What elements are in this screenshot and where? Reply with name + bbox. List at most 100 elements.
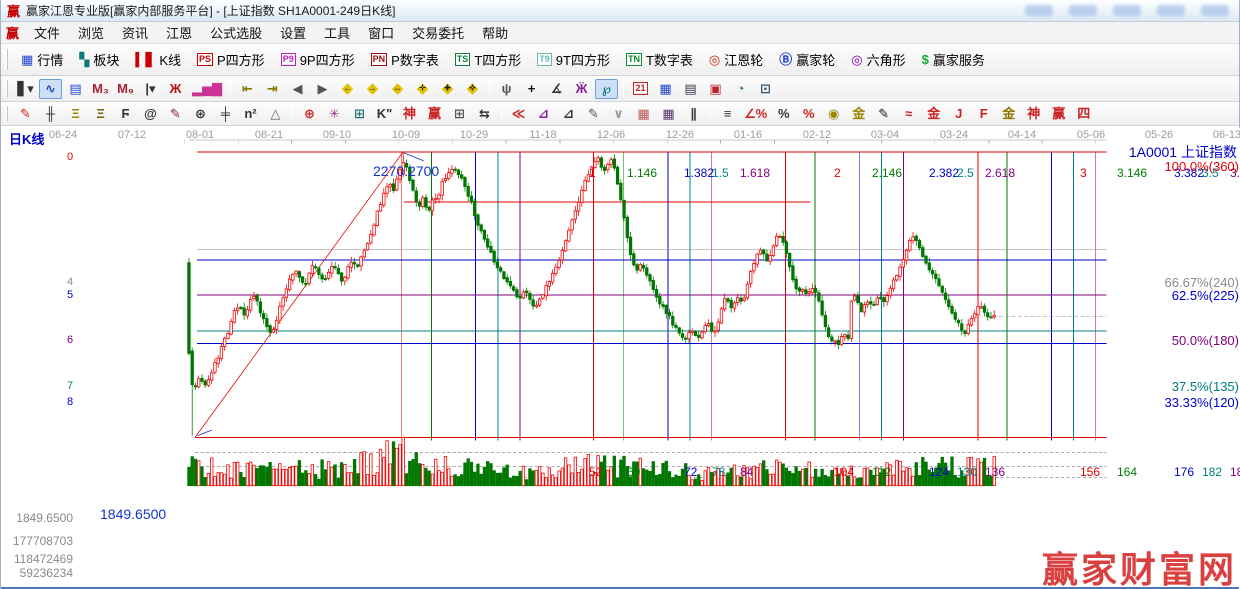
- window-button-2[interactable]: [1069, 5, 1097, 16]
- fan-lines-red[interactable]: ≪: [507, 104, 530, 124]
- zoom-horizontal[interactable]: ◆↔: [386, 79, 409, 99]
- span-arrows[interactable]: ⇆: [473, 104, 496, 124]
- save-tool[interactable]: ▣: [704, 79, 727, 99]
- crosshair-cursor[interactable]: +: [520, 79, 543, 99]
- ying-tool[interactable]: 赢: [423, 104, 446, 124]
- pattern-search[interactable]: Ж: [164, 79, 187, 99]
- jump-last[interactable]: ⇥: [261, 79, 284, 99]
- snapshot-tool[interactable]: ◔: [729, 79, 752, 99]
- gold-lines[interactable]: 金: [847, 104, 870, 124]
- pen-black[interactable]: ✎: [872, 104, 895, 124]
- n-square-tool[interactable]: n²: [239, 104, 262, 124]
- draw-pen[interactable]: ✎: [14, 104, 37, 124]
- sectors-button[interactable]: ▚板块: [73, 47, 125, 72]
- shen-tool[interactable]: 神: [398, 104, 421, 124]
- pen-measure[interactable]: ✎: [164, 104, 187, 124]
- menu-item-文件[interactable]: 文件: [25, 24, 69, 43]
- gold-pen[interactable]: 金: [997, 104, 1020, 124]
- info-panel[interactable]: ▤: [64, 79, 87, 99]
- t-number-table-button[interactable]: TNT数字表: [620, 47, 699, 72]
- fan-box-dark[interactable]: ⊿: [557, 104, 580, 124]
- gann-grid-lines[interactable]: ╫: [39, 104, 62, 124]
- zoom-in[interactable]: ◆✚: [436, 79, 459, 99]
- spiral-tool[interactable]: @: [139, 104, 162, 124]
- f-line[interactable]: F: [972, 104, 995, 124]
- toolbar-grip[interactable]: [5, 106, 8, 121]
- j-line[interactable]: J: [947, 104, 970, 124]
- p-square-button[interactable]: PSP四方形: [191, 47, 271, 72]
- star-grid[interactable]: ✳: [323, 104, 346, 124]
- jump-first[interactable]: ⇤: [236, 79, 259, 99]
- zigzag-tool[interactable]: ∿: [39, 79, 62, 99]
- zoom-reset[interactable]: ◆✛: [411, 79, 434, 99]
- volume-profile[interactable]: ▂▅▇: [189, 79, 225, 99]
- menu-item-窗口[interactable]: 窗口: [359, 24, 403, 43]
- zoom-out[interactable]: ◆✜: [461, 79, 484, 99]
- notes-tool[interactable]: ▤: [679, 79, 702, 99]
- winner-wheel-button[interactable]: Ⓑ赢家轮: [773, 47, 841, 72]
- chart-9-lines[interactable]: M₉: [114, 79, 137, 99]
- v-waves[interactable]: ∨: [607, 104, 630, 124]
- grid-123[interactable]: ⊞: [448, 104, 471, 124]
- price-ladder[interactable]: ≡: [716, 104, 739, 124]
- kline-button[interactable]: ▍▋K线: [129, 47, 187, 72]
- menu-item-江恩[interactable]: 江恩: [157, 24, 201, 43]
- boxed-star[interactable]: ⊞: [348, 104, 371, 124]
- zoom-right[interactable]: ◆→: [361, 79, 384, 99]
- candle-style-selector[interactable]: |▾: [139, 79, 162, 99]
- menu-item-交易委托[interactable]: 交易委托: [403, 24, 473, 43]
- percent-angle[interactable]: ∠%: [741, 104, 770, 124]
- drag-hand[interactable]: ψ: [495, 79, 518, 99]
- calculator-tool[interactable]: ▦: [654, 79, 677, 99]
- gann-fan-circle[interactable]: ⊛: [189, 104, 212, 124]
- winner-service-button[interactable]: $赢家服务: [916, 47, 991, 72]
- chart-area[interactable]: 日K线 1A0001 上证指数 2270.2700 1849.6500 1849…: [1, 128, 1240, 589]
- ying-line[interactable]: 赢: [1047, 104, 1070, 124]
- menu-item-浏览[interactable]: 浏览: [69, 24, 113, 43]
- angle-tool[interactable]: ∡: [545, 79, 568, 99]
- fan-box-purple[interactable]: ⊿: [532, 104, 555, 124]
- 9p-square-button[interactable]: P99P四方形: [275, 47, 361, 72]
- fibonacci-f[interactable]: Ϝ: [114, 104, 137, 124]
- window-button-1[interactable]: [1025, 5, 1053, 16]
- menu-item-工具[interactable]: 工具: [315, 24, 359, 43]
- target-cross[interactable]: ⊕: [298, 104, 321, 124]
- quotes-button[interactable]: ▦行情: [15, 47, 69, 72]
- gann-tool-purple[interactable]: Ӝ: [570, 79, 593, 99]
- step-forward[interactable]: ▶: [311, 79, 334, 99]
- zoom-left[interactable]: ◆←: [336, 79, 359, 99]
- gold-circle[interactable]: ◉: [822, 104, 845, 124]
- tick-ruler[interactable]: ╪: [214, 104, 237, 124]
- step-back[interactable]: ◀: [286, 79, 309, 99]
- workstation-tool[interactable]: ⊡: [754, 79, 777, 99]
- percent-plain[interactable]: %: [772, 104, 795, 124]
- menu-item-设置[interactable]: 设置: [271, 24, 315, 43]
- menu-item-帮助[interactable]: 帮助: [473, 24, 517, 43]
- window-button-5[interactable]: [1201, 5, 1229, 16]
- mirror-triangle[interactable]: △: [264, 104, 287, 124]
- calendar-tool[interactable]: 21: [629, 79, 652, 99]
- shen-line[interactable]: 神: [1022, 104, 1045, 124]
- grid-box-dark[interactable]: ▦: [657, 104, 680, 124]
- angle-pen[interactable]: ✎: [582, 104, 605, 124]
- menu-item-资讯[interactable]: 资讯: [113, 24, 157, 43]
- gann-wheel-button[interactable]: ◎江恩轮: [703, 47, 769, 72]
- t-square-button[interactable]: TST四方形: [449, 47, 527, 72]
- wave-channel[interactable]: ≈: [897, 104, 920, 124]
- hexagon-button[interactable]: ◎六角形: [845, 47, 911, 72]
- p-number-table-button[interactable]: PNP数字表: [365, 47, 445, 72]
- 9t-square-button[interactable]: T99T四方形: [531, 47, 616, 72]
- gold-red[interactable]: 金: [922, 104, 945, 124]
- gann-gold-b[interactable]: Ξ: [89, 104, 112, 124]
- parallel-lines[interactable]: ∥: [682, 104, 705, 124]
- menu-item-公式选股[interactable]: 公式选股: [201, 24, 271, 43]
- si-line[interactable]: 四: [1072, 104, 1095, 124]
- percent-line[interactable]: %: [797, 104, 820, 124]
- window-button-4[interactable]: [1157, 5, 1185, 16]
- chart-canvas[interactable]: [1, 128, 1240, 589]
- window-button-3[interactable]: [1113, 5, 1141, 16]
- chart-3-lines[interactable]: M₃: [89, 79, 112, 99]
- period-selector[interactable]: ▋▾: [14, 79, 37, 99]
- toolbar-grip[interactable]: [5, 80, 8, 96]
- grid-box-red[interactable]: ▦: [632, 104, 655, 124]
